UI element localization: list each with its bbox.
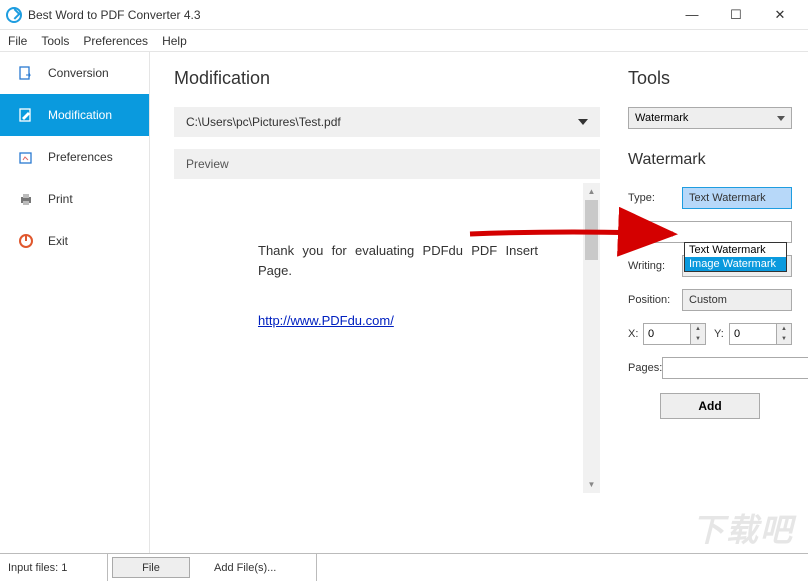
pages-label: Pages: [628, 362, 662, 374]
pages-row: Pages: [628, 357, 792, 379]
preview-text: Thank you for evaluating PDFdu PDF Inser… [258, 241, 538, 281]
minimize-button[interactable]: — [670, 0, 714, 30]
x-label: X: [628, 328, 643, 340]
scroll-down-icon[interactable]: ▼ [583, 476, 600, 493]
modification-icon [18, 107, 34, 123]
sidebar-item-exit[interactable]: Exit [0, 220, 149, 262]
writing-label: Writing: [628, 260, 682, 272]
pages-input[interactable] [662, 357, 808, 379]
y-stepper[interactable]: ▲▼ [777, 323, 792, 345]
chevron-down-icon [578, 119, 588, 125]
input-files-count: Input files: 1 [0, 554, 108, 581]
preview-label: Preview [174, 149, 600, 179]
menu-preferences[interactable]: Preferences [83, 34, 148, 48]
sidebar-item-print[interactable]: Print [0, 178, 149, 220]
print-icon [18, 191, 34, 207]
y-label: Y: [714, 328, 729, 340]
sidebar-item-modification[interactable]: Modification [0, 94, 149, 136]
sidebar-label: Conversion [48, 66, 109, 80]
vertical-scrollbar[interactable]: ▲ ▼ [583, 183, 600, 493]
menu-file[interactable]: File [8, 34, 27, 48]
app-icon [6, 7, 22, 23]
type-label: Type: [628, 192, 682, 204]
watermark-text-input[interactable] [640, 221, 792, 243]
y-input[interactable] [729, 323, 777, 345]
sidebar-label: Modification [48, 108, 112, 122]
statusbar: Input files: 1 File Add File(s)... [0, 553, 808, 581]
preview-link[interactable]: http://www.PDFdu.com/ [258, 311, 394, 331]
sidebar-item-conversion[interactable]: Conversion [0, 52, 149, 94]
tool-select[interactable]: Watermark [628, 107, 792, 129]
exit-icon [18, 233, 34, 249]
sidebar-label: Exit [48, 234, 68, 248]
add-files-button[interactable]: Add File(s)... [194, 554, 317, 581]
sidebar-item-preferences[interactable]: Preferences [0, 136, 149, 178]
file-path-select[interactable]: C:\Users\pc\Pictures\Test.pdf [174, 107, 600, 137]
file-path-text: C:\Users\pc\Pictures\Test.pdf [186, 115, 341, 129]
type-option-text[interactable]: Text Watermark [685, 243, 786, 257]
close-button[interactable]: ✕ [758, 0, 802, 30]
x-stepper[interactable]: ▲▼ [691, 323, 706, 345]
main: Conversion Modification Preferences Prin… [0, 52, 808, 553]
sidebar-label: Preferences [48, 150, 113, 164]
add-button[interactable]: Add [660, 393, 760, 419]
preferences-icon [18, 149, 34, 165]
type-select[interactable]: Text Watermark [682, 187, 792, 209]
menu-tools[interactable]: Tools [41, 34, 69, 48]
type-option-image[interactable]: Image Watermark [685, 257, 786, 271]
type-row: Type: Text Watermark [628, 187, 792, 209]
sidebar: Conversion Modification Preferences Prin… [0, 52, 150, 553]
menubar: File Tools Preferences Help [0, 30, 808, 52]
xy-row: X: ▲▼ Y: ▲▼ [628, 323, 792, 345]
scroll-thumb[interactable] [585, 200, 598, 260]
chevron-down-icon [777, 116, 785, 121]
position-label: Position: [628, 294, 682, 306]
x-input[interactable] [643, 323, 691, 345]
conversion-icon [18, 65, 34, 81]
position-value: Custom [689, 294, 727, 306]
watermark-heading: Watermark [628, 151, 792, 169]
position-select[interactable]: Custom [682, 289, 792, 311]
right-panel: Tools Watermark Watermark Type: Text Wat… [618, 52, 808, 553]
tools-heading: Tools [628, 68, 792, 89]
preview-area: Thank you for evaluating PDFdu PDF Inser… [174, 183, 600, 493]
position-row: Position: Custom [628, 289, 792, 311]
type-value: Text Watermark [689, 192, 766, 204]
maximize-button[interactable]: ☐ [714, 0, 758, 30]
scroll-up-icon[interactable]: ▲ [583, 183, 600, 200]
center-heading: Modification [174, 68, 600, 89]
titlebar: Best Word to PDF Converter 4.3 — ☐ ✕ [0, 0, 808, 30]
type-dropdown-list[interactable]: Text Watermark Image Watermark [684, 242, 787, 272]
text-row [628, 221, 792, 243]
sidebar-label: Print [48, 192, 73, 206]
app-title: Best Word to PDF Converter 4.3 [28, 8, 670, 22]
tool-select-value: Watermark [635, 112, 688, 124]
menu-help[interactable]: Help [162, 34, 187, 48]
file-button[interactable]: File [112, 557, 190, 578]
center-panel: Modification C:\Users\pc\Pictures\Test.p… [150, 52, 618, 553]
